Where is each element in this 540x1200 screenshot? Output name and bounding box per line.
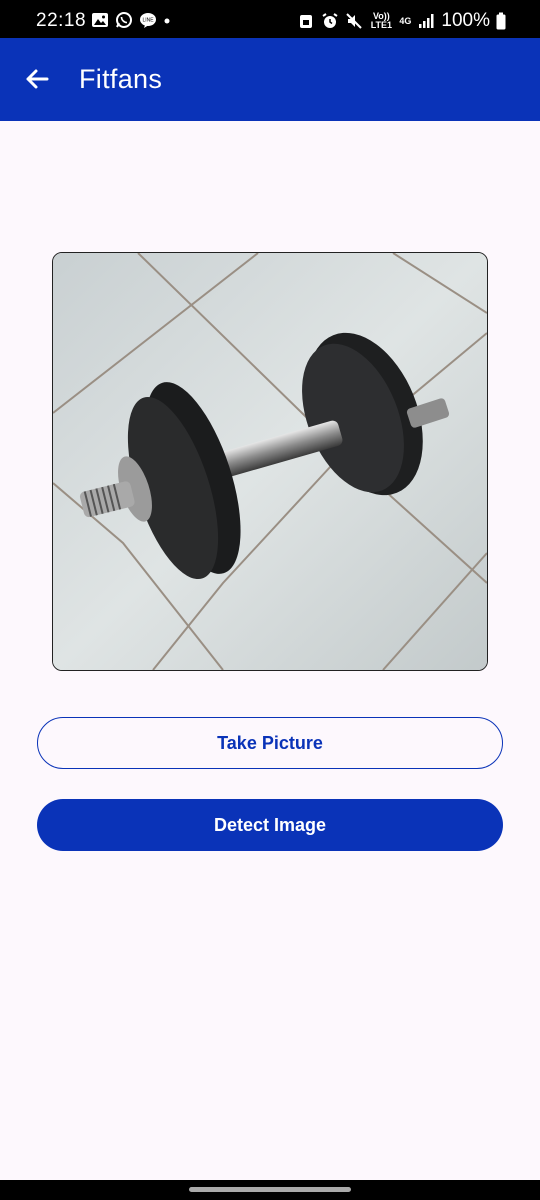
- captured-image: [52, 252, 488, 671]
- gallery-icon: [92, 13, 108, 27]
- battery-percent: 100%: [441, 10, 490, 31]
- alarm-icon: [322, 13, 338, 28]
- dot-icon: [164, 18, 170, 24]
- whatsapp-icon: [116, 12, 132, 28]
- home-gesture-handle[interactable]: [189, 1187, 351, 1192]
- app-bar: Fitfans: [0, 38, 540, 121]
- page-title: Fitfans: [79, 64, 163, 94]
- mute-icon: [346, 13, 363, 29]
- status-time: 22:18: [36, 10, 87, 31]
- take-picture-button[interactable]: Take Picture: [37, 717, 503, 769]
- svg-text:LINE: LINE: [142, 18, 154, 24]
- arrow-left-icon[interactable]: [22, 64, 52, 94]
- status-right: Vo)) LTE1 4G 100%: [297, 10, 506, 32]
- signal-icon: [419, 14, 434, 28]
- dumbbell-photo: [53, 253, 487, 670]
- battery-icon: [496, 12, 506, 30]
- screenshot-lock-icon: [300, 15, 313, 28]
- notification-icons: LINE: [91, 11, 171, 29]
- status-bar: 22:18 LINE Vo)) LTE1 4G 100%: [0, 0, 540, 38]
- system-nav-bar: [0, 1180, 540, 1200]
- network-4g-label: 4G: [399, 15, 412, 26]
- detect-image-button[interactable]: Detect Image: [37, 799, 503, 851]
- volte-label: Vo)) LTE1: [370, 11, 393, 30]
- line-icon: LINE: [140, 13, 156, 28]
